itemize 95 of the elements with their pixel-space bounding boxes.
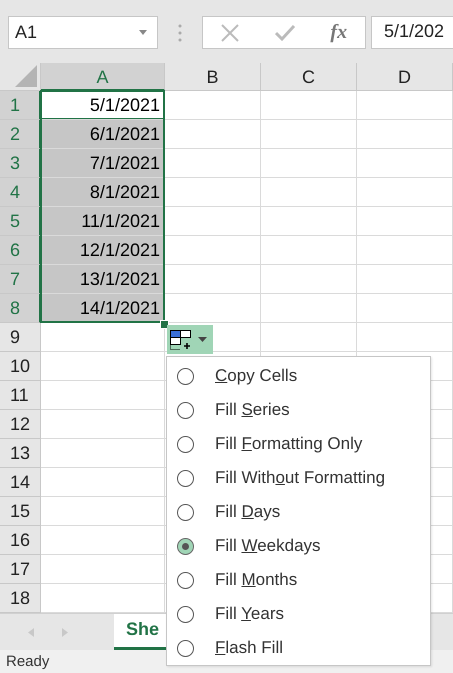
radio-button[interactable]: [177, 402, 194, 418]
table-cell[interactable]: [357, 323, 453, 352]
table-cell[interactable]: 13/1/2021: [41, 265, 165, 294]
table-cell[interactable]: [165, 178, 261, 207]
table-cell[interactable]: [41, 526, 165, 555]
table-cell[interactable]: 11/1/2021: [41, 207, 165, 236]
menu-item[interactable]: Copy Cells: [215, 366, 298, 386]
dropdown-icon: [139, 30, 147, 35]
table-cell[interactable]: [41, 381, 165, 410]
radio-button[interactable]: [177, 640, 194, 656]
row-header[interactable]: 14: [0, 468, 41, 497]
grip-icon: [178, 24, 182, 42]
table-cell[interactable]: [41, 468, 165, 497]
fill-options-icon: [170, 330, 192, 350]
table-cell[interactable]: [357, 236, 453, 265]
menu-item[interactable]: Fill Series: [215, 400, 290, 420]
check-icon[interactable]: [274, 24, 295, 40]
table-cell[interactable]: [357, 91, 453, 120]
radio-button[interactable]: [177, 470, 194, 486]
menu-item[interactable]: Fill Weekdays: [215, 536, 321, 556]
row-header[interactable]: 12: [0, 410, 41, 439]
table-cell[interactable]: [41, 352, 165, 381]
row-header[interactable]: 8: [0, 294, 41, 323]
formula-field[interactable]: 5/1/202: [371, 16, 453, 49]
table-cell[interactable]: [261, 207, 357, 236]
table-cell[interactable]: [41, 439, 165, 468]
table-cell[interactable]: [165, 207, 261, 236]
caret-icon: [198, 337, 207, 342]
table-cell[interactable]: [261, 236, 357, 265]
menu-item[interactable]: Fill Days: [215, 502, 280, 522]
table-cell[interactable]: [261, 323, 357, 352]
table-cell[interactable]: [261, 294, 357, 323]
table-cell[interactable]: [261, 265, 357, 294]
radio-button[interactable]: [177, 572, 194, 588]
row-header[interactable]: 10: [0, 352, 41, 381]
row-header[interactable]: 16: [0, 526, 41, 555]
row-header[interactable]: 9: [0, 323, 41, 352]
row-header[interactable]: 4: [0, 178, 41, 207]
name-box[interactable]: A1: [8, 16, 158, 49]
menu-item[interactable]: Fill Years: [215, 604, 284, 624]
table-cell[interactable]: 6/1/2021: [41, 120, 165, 149]
menu-item[interactable]: Fill Months: [215, 570, 298, 590]
scroll-left-icon[interactable]: [28, 628, 34, 636]
table-cell[interactable]: [165, 149, 261, 178]
column-header[interactable]: A: [41, 63, 165, 91]
select-all-button[interactable]: [0, 63, 41, 91]
table-cell[interactable]: [261, 120, 357, 149]
column-header[interactable]: C: [261, 63, 357, 91]
table-cell[interactable]: [357, 120, 453, 149]
table-cell[interactable]: [41, 410, 165, 439]
table-cell[interactable]: [165, 265, 261, 294]
row-header[interactable]: 7: [0, 265, 41, 294]
table-cell[interactable]: [165, 120, 261, 149]
radio-button[interactable]: [177, 504, 194, 520]
table-cell[interactable]: [357, 265, 453, 294]
cancel-icon[interactable]: [220, 24, 239, 42]
radio-button[interactable]: [177, 538, 194, 554]
table-cell[interactable]: 14/1/2021: [41, 294, 165, 323]
row-header[interactable]: 6: [0, 236, 41, 265]
auto-fill-options-menu[interactable]: [167, 325, 213, 354]
table-cell[interactable]: [357, 294, 453, 323]
radio-button[interactable]: [177, 606, 194, 622]
table-cell[interactable]: [41, 555, 165, 584]
insert-function-button[interactable]: fx: [330, 21, 348, 44]
row-header[interactable]: 18: [0, 584, 41, 613]
table-cell[interactable]: [357, 178, 453, 207]
row-header[interactable]: 5: [0, 207, 41, 236]
table-cell[interactable]: [165, 91, 261, 120]
fill-handle[interactable]: [160, 320, 169, 329]
row-header[interactable]: 15: [0, 497, 41, 526]
menu-item[interactable]: Fill Without Formatting: [215, 468, 386, 488]
table-cell[interactable]: [357, 207, 453, 236]
table-cell[interactable]: [41, 497, 165, 526]
row-header[interactable]: 2: [0, 120, 41, 149]
column-header[interactable]: D: [357, 63, 453, 91]
row-header[interactable]: 17: [0, 555, 41, 584]
menu-item[interactable]: Fill Formatting Only: [215, 434, 362, 454]
table-cell[interactable]: [261, 149, 357, 178]
table-cell[interactable]: [357, 149, 453, 178]
row-header[interactable]: 3: [0, 149, 41, 178]
status-text: Ready: [6, 653, 50, 670]
table-cell[interactable]: [165, 236, 261, 265]
table-cell[interactable]: 7/1/2021: [41, 149, 165, 178]
row-header[interactable]: 13: [0, 439, 41, 468]
table-cell[interactable]: [261, 91, 357, 120]
row-header[interactable]: 11: [0, 381, 41, 410]
table-cell[interactable]: 12/1/2021: [41, 236, 165, 265]
column-header[interactable]: B: [165, 63, 261, 91]
table-cell[interactable]: [261, 178, 357, 207]
radio-button[interactable]: [177, 368, 194, 384]
row-header[interactable]: 1: [0, 91, 41, 120]
menu-item[interactable]: Flash Fill: [215, 638, 284, 658]
scroll-right-icon[interactable]: [62, 628, 68, 636]
table-cell[interactable]: 8/1/2021: [41, 178, 165, 207]
radio-button[interactable]: [177, 436, 194, 452]
